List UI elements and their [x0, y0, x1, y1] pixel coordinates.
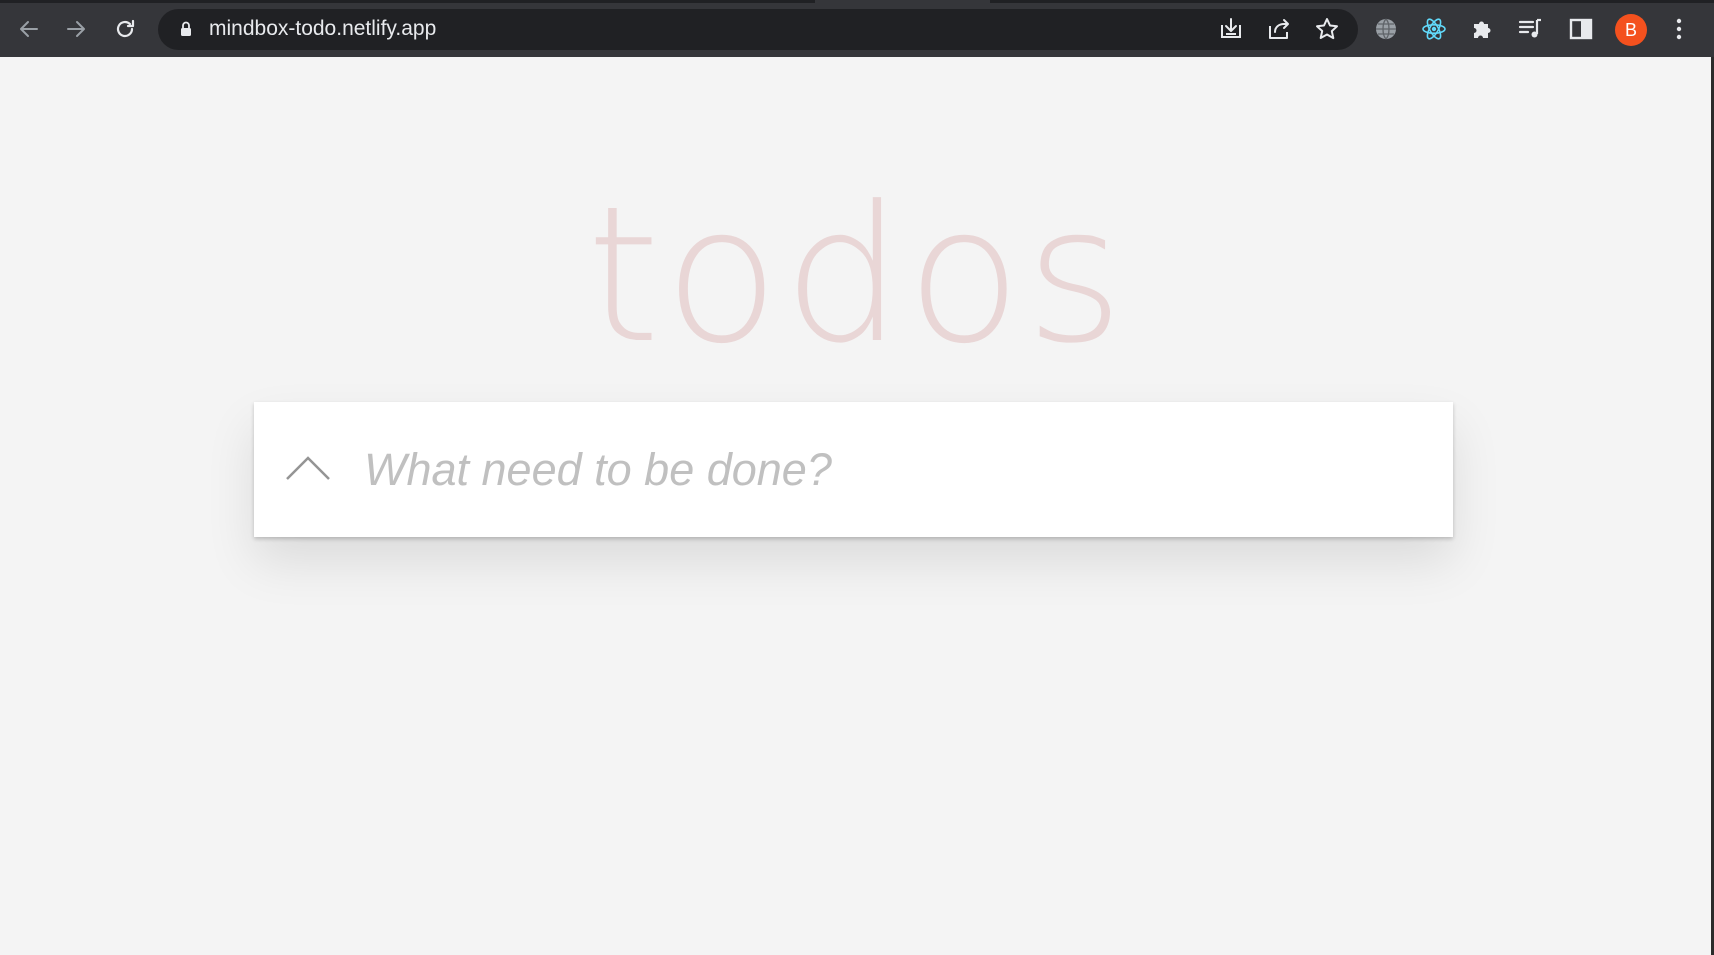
app-title: todos — [586, 166, 1128, 385]
toggle-all-button[interactable] — [284, 444, 332, 492]
forward-button[interactable] — [59, 12, 93, 46]
profile-avatar[interactable]: B — [1615, 14, 1647, 46]
arrow-left-icon — [20, 21, 38, 37]
kebab-menu-icon[interactable] — [1666, 16, 1692, 42]
active-tab-indicator — [815, 0, 990, 3]
react-icon[interactable] — [1421, 16, 1447, 42]
reload-icon — [116, 19, 135, 38]
puzzle-icon[interactable] — [1469, 16, 1495, 42]
arrow-right-icon — [67, 21, 85, 37]
bookmark-star-icon[interactable] — [1314, 16, 1340, 42]
new-todo-input[interactable] — [364, 430, 1424, 510]
lock-icon[interactable] — [176, 19, 196, 39]
media-queue-icon[interactable] — [1517, 16, 1543, 42]
chevron-up-icon — [286, 456, 330, 480]
share-icon[interactable] — [1266, 16, 1292, 42]
browser-toolbar: mindbox-todo.netlify.app B — [0, 0, 1714, 57]
url-text[interactable]: mindbox-todo.netlify.app — [209, 17, 436, 41]
reload-button[interactable] — [108, 12, 142, 46]
install-icon[interactable] — [1218, 16, 1244, 42]
back-button[interactable] — [12, 12, 46, 46]
globe-icon[interactable] — [1373, 16, 1399, 42]
side-panel-icon[interactable] — [1568, 16, 1594, 42]
new-todo-card — [254, 402, 1453, 537]
